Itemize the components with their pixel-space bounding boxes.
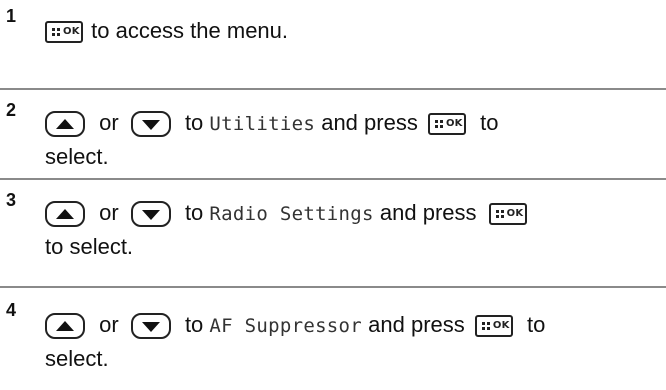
up-arrow-key-icon — [45, 201, 85, 228]
menu-ok-key-icon: OK — [474, 315, 513, 338]
divider — [0, 88, 666, 90]
step-3-line-1: or to Radio Settings and press OK — [45, 196, 654, 231]
step-2: 2 or to Utilities and press OK to select… — [0, 92, 666, 188]
down-arrow-key-icon — [130, 201, 171, 228]
to-text: to — [480, 110, 499, 135]
divider — [0, 178, 666, 180]
step-2-line-2: select. — [45, 144, 109, 169]
step-1: 1 OK to access the menu. — [0, 0, 666, 58]
and-press-text: and press — [321, 110, 418, 135]
step-4-line-2: select. — [45, 346, 109, 371]
up-arrow-key-icon — [45, 111, 85, 138]
step-3: 3 or to Radio Settings and press OK to s… — [0, 182, 666, 278]
step-number: 4 — [6, 300, 17, 320]
and-press-text: and press — [368, 312, 465, 337]
to-text: to — [527, 312, 546, 337]
menu-item-name: AF Suppressor — [209, 315, 363, 337]
step-1-line: OK to access the menu. — [45, 14, 654, 48]
up-arrow-key-icon — [45, 313, 85, 340]
menu-ok-key-icon: OK — [488, 203, 527, 226]
step-number: 1 — [6, 6, 17, 26]
to-text: to — [184, 110, 204, 135]
step-text: to access the menu. — [91, 18, 289, 43]
down-arrow-key-icon — [130, 313, 171, 340]
and-press-text: and press — [379, 200, 477, 225]
step-4-line-1: or to AF Suppressor and press OK to — [45, 308, 654, 343]
down-arrow-key-icon — [130, 111, 171, 138]
step-number: 2 — [6, 100, 17, 120]
step-number: 3 — [6, 190, 17, 210]
divider — [0, 286, 666, 288]
to-text: to — [184, 312, 204, 337]
to-text: to — [184, 200, 204, 225]
menu-item-name: Utilities — [209, 113, 316, 135]
or-text: or — [99, 200, 119, 225]
menu-ok-key-icon: OK — [45, 21, 83, 44]
or-text: or — [99, 110, 119, 135]
step-4: 4 or to AF Suppressor and press OK to se… — [0, 290, 666, 390]
step-2-line-1: or to Utilities and press OK to — [45, 106, 654, 141]
step-3-line-2: to select. — [45, 234, 134, 259]
menu-item-name: Radio Settings — [209, 203, 374, 225]
menu-ok-key-icon: OK — [427, 113, 466, 136]
or-text: or — [99, 312, 119, 337]
